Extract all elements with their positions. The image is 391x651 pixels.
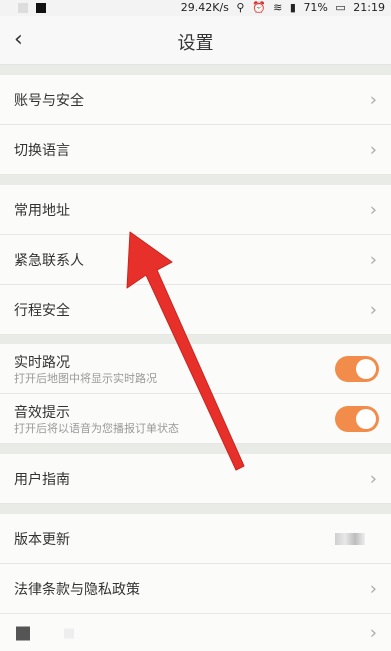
chevron-right-icon: › [369, 139, 377, 160]
settings-item-legal-privacy[interactable]: 法律条款与隐私政策 › [0, 564, 391, 614]
chevron-right-icon: › [369, 578, 377, 599]
status-bar: 29.42K/s ⚲ ⏰ ≋ ▮ 71% ▭ 21:19 [0, 0, 391, 16]
chevron-right-icon: › [369, 622, 377, 643]
settings-item-user-guide[interactable]: 用户指南 › [0, 454, 391, 504]
status-right: 29.42K/s ⚲ ⏰ ≋ ▮ 71% ▭ 21:19 [177, 1, 385, 14]
signal-icon: ▮ [289, 1, 296, 14]
settings-item-description: 打开后地图中将显示实时路况 [14, 372, 157, 385]
settings-item-label: 紧急联系人 [14, 252, 84, 269]
realtime-traffic-toggle[interactable] [335, 355, 379, 382]
settings-item-label: 实时路况 [14, 355, 70, 371]
page-title: 设置 [177, 33, 214, 54]
settings-item-blurred[interactable]: › [0, 614, 391, 651]
blurred-label [16, 623, 74, 642]
clock: 21:19 [353, 1, 385, 14]
settings-item-trip-safety[interactable]: 行程安全 › [0, 285, 391, 335]
settings-item-label: 音效提示 [14, 405, 70, 421]
battery-icon: ▭ [335, 1, 346, 14]
navigation-bar: ‹ 设置 [0, 16, 391, 65]
settings-item-common-address[interactable]: 常用地址 › [0, 185, 391, 235]
toggle-knob [356, 358, 376, 379]
settings-item-sound-prompt: 音效提示 打开后将以语音为您播报订单状态 [0, 394, 391, 444]
settings-item-label: 切换语言 [14, 142, 70, 159]
alarm-icon: ⏰ [251, 1, 266, 14]
toggle-knob [356, 408, 376, 429]
redacted-block [64, 628, 74, 639]
settings-item-realtime-traffic: 实时路况 打开后地图中将显示实时路况 [0, 344, 391, 394]
settings-item-label: 法律条款与隐私政策 [14, 581, 140, 598]
chevron-right-icon: › [369, 468, 377, 489]
settings-item-label: 用户指南 [14, 471, 70, 488]
settings-item-version-update[interactable]: 版本更新 [0, 514, 391, 564]
notification-icon [36, 3, 46, 13]
chevron-right-icon: › [369, 249, 377, 270]
chevron-right-icon: › [369, 89, 377, 110]
settings-item-switch-language[interactable]: 切换语言 › [0, 125, 391, 175]
settings-item-label: 账号与安全 [14, 92, 84, 109]
redacted-block [16, 626, 30, 641]
settings-item-label: 版本更新 [14, 531, 70, 548]
chevron-right-icon: › [369, 199, 377, 220]
settings-item-label: 行程安全 [14, 302, 70, 319]
wifi-icon: ≋ [273, 1, 283, 14]
version-number-blurred [335, 532, 365, 545]
settings-item-account-security[interactable]: 账号与安全 › [0, 75, 391, 125]
settings-item-description: 打开后将以语音为您播报订单状态 [14, 422, 179, 435]
battery-percent: 71% [303, 1, 328, 14]
settings-item-emergency-contact[interactable]: 紧急联系人 › [0, 235, 391, 285]
notification-icon [18, 3, 28, 13]
settings-item-label: 常用地址 [14, 202, 70, 219]
status-left-icons [18, 3, 54, 16]
chevron-right-icon: › [369, 299, 377, 320]
sound-prompt-toggle[interactable] [335, 405, 379, 432]
network-speed: 29.42K/s [180, 1, 229, 14]
location-icon: ⚲ [236, 1, 245, 14]
